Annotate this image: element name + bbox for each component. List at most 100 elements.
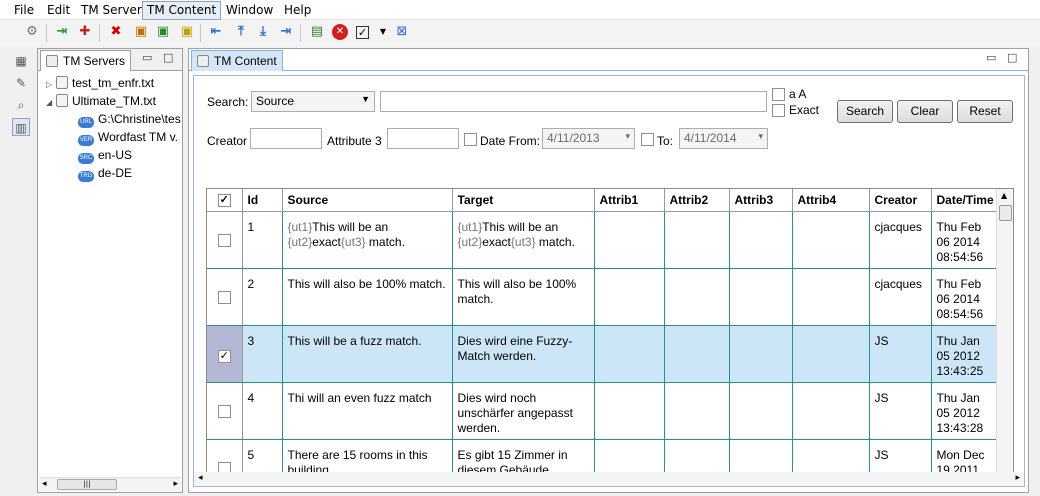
cell-attrib4[interactable]	[792, 268, 870, 326]
column-header-creator[interactable]: Creator	[869, 189, 932, 212]
column-header-target[interactable]: Target	[452, 189, 595, 212]
column-header-datetime[interactable]: Date/Time	[931, 189, 999, 212]
date-to-picker[interactable]: 4/11/2014 ▾	[679, 128, 768, 149]
cell-target[interactable]: {ut1}This will be an {ut2}exact{ut3} mat…	[452, 211, 595, 269]
menu-tm-content[interactable]: TM Content	[142, 1, 222, 20]
tree-item-target-lang[interactable]: TRG de-DE	[78, 164, 132, 182]
edit-view-icon[interactable]: ✎	[12, 74, 30, 92]
tree-item-test-tm[interactable]: ▷ test_tm_enfr.txt	[46, 74, 154, 92]
cell-target[interactable]: Dies wird noch unschärfer angepasst werd…	[452, 382, 595, 440]
cell-attrib3[interactable]	[729, 325, 793, 383]
menu-edit[interactable]: Edit	[43, 2, 74, 19]
scroll-thumb[interactable]: |||	[57, 479, 117, 490]
cell-attrib3[interactable]	[729, 211, 793, 269]
cell-attrib1[interactable]	[594, 268, 665, 326]
creator-input[interactable]	[250, 128, 322, 149]
column-header-attrib2[interactable]: Attrib2	[664, 189, 730, 212]
row-select-cell[interactable]	[207, 382, 243, 440]
cell-attrib2[interactable]	[664, 325, 730, 383]
dropdown-icon[interactable]: ▼	[375, 24, 391, 40]
column-header-attrib3[interactable]: Attrib3	[729, 189, 793, 212]
menu-window[interactable]: Window	[222, 2, 277, 19]
column-header-source[interactable]: Source	[282, 189, 453, 212]
add-tm-icon[interactable]: ⇥	[54, 24, 70, 40]
cell-target[interactable]: Dies wird eine Fuzzy-Match werden.	[452, 325, 595, 383]
row-select-cell[interactable]	[207, 268, 243, 326]
maximize-icon[interactable]: □	[1007, 51, 1017, 64]
cell-attrib1[interactable]	[594, 211, 665, 269]
menu-help[interactable]: Help	[280, 2, 315, 19]
exact-checkbox[interactable]	[772, 104, 785, 117]
column-header-attrib1[interactable]: Attrib1	[594, 189, 665, 212]
cell-attrib2[interactable]	[664, 382, 730, 440]
cell-attrib1[interactable]	[594, 325, 665, 383]
minimize-icon[interactable]: ▭	[142, 51, 152, 64]
clear-filter-icon[interactable]: ⊠	[394, 24, 410, 40]
cell-attrib4[interactable]	[792, 211, 870, 269]
scroll-right-icon[interactable]: ▸	[173, 479, 178, 489]
row-select-cell[interactable]: ✓	[207, 325, 243, 383]
row-checkbox[interactable]	[217, 405, 231, 418]
date-from-picker[interactable]: 4/11/2013 ▾	[542, 128, 635, 149]
new-view-icon[interactable]: ▦	[12, 52, 30, 70]
column-header-attrib4[interactable]: Attrib4	[792, 189, 870, 212]
horizontal-scrollbar[interactable]: ◂ ||| ▸	[39, 477, 181, 491]
cell-attrib3[interactable]	[729, 268, 793, 326]
tm-view-icon[interactable]: ▥	[12, 118, 30, 136]
cell-attrib4[interactable]	[792, 382, 870, 440]
cell-attrib3[interactable]	[729, 382, 793, 440]
date-to-checkbox[interactable]	[641, 133, 654, 146]
search-input[interactable]	[380, 91, 767, 112]
collapse-icon[interactable]: ◢	[46, 94, 56, 112]
checkbox-icon[interactable]: ✓	[356, 26, 369, 39]
row-select-cell[interactable]	[207, 211, 243, 269]
cell-attrib4[interactable]	[792, 325, 870, 383]
up-icon[interactable]: ⤒	[233, 24, 249, 40]
table-row[interactable]: 1 {ut1}This will be an {ut2}exact{ut3} m…	[207, 211, 999, 269]
row-checkbox[interactable]	[217, 234, 231, 247]
search-view-icon[interactable]: ⌕	[12, 96, 30, 114]
maximize-icon[interactable]: □	[163, 51, 173, 64]
tree-item-source-lang[interactable]: SRC en-US	[78, 146, 132, 164]
cell-source[interactable]: Thi will an even fuzz match	[282, 382, 453, 440]
cell-source[interactable]: This will also be 100% match.	[282, 268, 453, 326]
scroll-left-icon[interactable]: ◂	[198, 473, 203, 483]
select-all-header[interactable]: ✓	[207, 189, 243, 212]
row-checkbox-checked[interactable]: ✓	[217, 350, 231, 363]
menu-tm-server[interactable]: TM Server	[77, 2, 146, 19]
search-button[interactable]: Search	[837, 100, 893, 123]
minimize-icon[interactable]: ▭	[986, 51, 996, 64]
cell-attrib2[interactable]	[664, 268, 730, 326]
reset-button[interactable]: Reset	[957, 100, 1013, 123]
case-checkbox[interactable]	[772, 88, 785, 101]
gear-icon[interactable]: ⚙	[24, 24, 40, 40]
search-field-select[interactable]: Source ▼	[251, 91, 375, 112]
db-icon[interactable]: ▣	[179, 24, 195, 40]
clear-button[interactable]: Clear	[897, 100, 953, 123]
attribute3-input[interactable]	[387, 128, 459, 149]
stop-icon[interactable]: ✕	[332, 24, 348, 40]
tab-tm-content[interactable]: TM Content	[191, 50, 283, 71]
cell-attrib1[interactable]	[594, 382, 665, 440]
tab-tm-servers[interactable]: TM Servers	[40, 50, 132, 71]
delete-icon[interactable]: ✖	[108, 24, 124, 40]
first-icon[interactable]: ⇤	[208, 24, 224, 40]
cell-attrib2[interactable]	[664, 211, 730, 269]
export-icon[interactable]: ▣	[155, 24, 171, 40]
scroll-up-icon[interactable]: ▲	[1001, 191, 1007, 200]
horizontal-scrollbar[interactable]: ◂ ▸	[194, 472, 1024, 486]
remove-tm-icon[interactable]: ✚	[77, 24, 93, 40]
table-row-selected[interactable]: ✓ 3 This will be a fuzz match. Dies wird…	[207, 325, 999, 383]
scroll-left-icon[interactable]: ◂	[42, 479, 47, 489]
menu-file[interactable]: File	[10, 2, 38, 19]
select-all-checkbox[interactable]: ✓	[217, 194, 231, 208]
scroll-right-icon[interactable]: ▸	[1015, 473, 1020, 483]
table-row[interactable]: 4 Thi will an even fuzz match Dies wird …	[207, 382, 999, 440]
date-from-checkbox[interactable]	[464, 133, 477, 146]
last-icon[interactable]: ⇥	[278, 24, 294, 40]
table-row[interactable]: 2 This will also be 100% match. This wil…	[207, 268, 999, 326]
cell-source[interactable]: {ut1}This will be an {ut2}exact{ut3} mat…	[282, 211, 453, 269]
save-icon[interactable]: ▤	[309, 24, 325, 40]
row-checkbox[interactable]	[217, 291, 231, 304]
import-icon[interactable]: ▣	[133, 24, 149, 40]
